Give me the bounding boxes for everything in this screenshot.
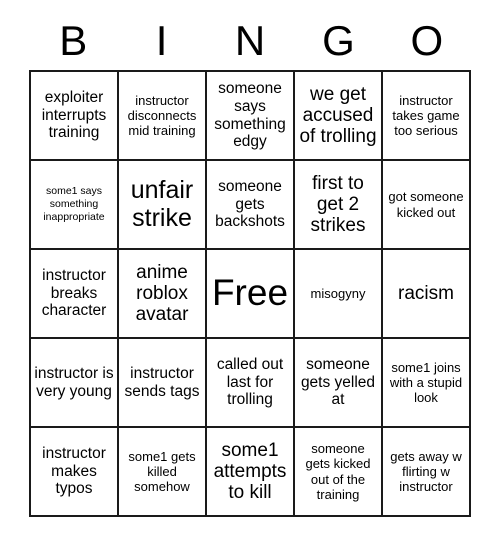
bingo-cell[interactable]: gets away w flirting w instructor: [383, 428, 471, 517]
bingo-cell[interactable]: instructor disconnects mid training: [119, 72, 207, 161]
bingo-row: instructor breaks character anime roblox…: [31, 250, 471, 339]
bingo-cell[interactable]: some1 attempts to kill: [207, 428, 295, 517]
bingo-cell[interactable]: instructor sends tags: [119, 339, 207, 428]
bingo-cell-label: someone gets yelled at: [300, 355, 376, 409]
bingo-cell-label: some1 joins with a stupid look: [389, 359, 463, 406]
bingo-cell[interactable]: instructor makes typos: [31, 428, 119, 517]
bingo-cell-label: gets away w flirting w instructor: [390, 448, 462, 495]
bingo-row: some1 says something inappropriate unfai…: [31, 161, 471, 250]
bingo-row: instructor makes typos some1 gets killed…: [31, 428, 471, 517]
bingo-cell-label: instructor is very young: [34, 364, 114, 400]
bingo-cell-label: someone says something edgy: [214, 79, 286, 151]
header-letter-i: I: [155, 17, 168, 64]
bingo-cell-label: misogyny: [310, 285, 366, 301]
bingo-cell[interactable]: some1 says something inappropriate: [31, 161, 119, 250]
bingo-cell-label: instructor makes typos: [42, 444, 106, 498]
bingo-cell-label: instructor breaks character: [41, 266, 107, 320]
header-letter-b: B: [59, 17, 88, 64]
bingo-cell[interactable]: called out last for trolling: [207, 339, 295, 428]
bingo-cell-label: exploiter interrupts training: [41, 88, 107, 142]
bingo-cell-label: some1 attempts to kill: [213, 439, 287, 504]
bingo-cell-label: some1 gets killed somehow: [128, 448, 196, 495]
bingo-cell[interactable]: someone gets backshots: [207, 161, 295, 250]
bingo-cell[interactable]: instructor takes game too serious: [383, 72, 471, 161]
bingo-cell-label: some1 says something inappropriate: [43, 184, 105, 224]
bingo-header: B I N G O: [29, 12, 471, 70]
bingo-cell[interactable]: someone gets yelled at: [295, 339, 383, 428]
bingo-cell-label: instructor takes game too serious: [392, 92, 460, 139]
bingo-cell-label: someone gets kicked out of the training: [305, 440, 371, 502]
bingo-cell-label: racism: [398, 282, 454, 304]
bingo-cell-label: first to get 2 strikes: [310, 172, 366, 237]
bingo-cell-label: instructor disconnects mid training: [127, 92, 197, 139]
bingo-cell[interactable]: some1 gets killed somehow: [119, 428, 207, 517]
header-letter-o: O: [410, 17, 444, 64]
bingo-cell-label: instructor sends tags: [124, 364, 200, 400]
bingo-cell-free-space[interactable]: Free: [207, 250, 295, 339]
bingo-row: exploiter interrupts training instructor…: [31, 72, 471, 161]
bingo-cell[interactable]: we get accused of trolling: [295, 72, 383, 161]
bingo-cell[interactable]: got someone kicked out: [383, 161, 471, 250]
bingo-cell[interactable]: racism: [383, 250, 471, 339]
bingo-cell-label: called out last for trolling: [216, 355, 284, 409]
bingo-cell-label: someone gets backshots: [215, 177, 285, 231]
bingo-cell[interactable]: someone says something edgy: [207, 72, 295, 161]
header-letter-g: G: [322, 17, 355, 64]
header-letter-n: N: [234, 17, 266, 64]
bingo-cell-label: got someone kicked out: [388, 189, 464, 220]
bingo-cell[interactable]: first to get 2 strikes: [295, 161, 383, 250]
bingo-cell-label: unfair strike: [130, 176, 194, 232]
bingo-cell[interactable]: instructor is very young: [31, 339, 119, 428]
bingo-cell[interactable]: misogyny: [295, 250, 383, 339]
bingo-cell-label: Free: [211, 272, 289, 314]
bingo-row: instructor is very young instructor send…: [31, 339, 471, 428]
bingo-card: B I N G O exploiter interrupts training …: [29, 12, 471, 517]
bingo-cell[interactable]: instructor breaks character: [31, 250, 119, 339]
bingo-cell[interactable]: anime roblox avatar: [119, 250, 207, 339]
bingo-cell-label: anime roblox avatar: [135, 261, 189, 326]
bingo-grid: exploiter interrupts training instructor…: [29, 70, 471, 517]
bingo-cell-label: we get accused of trolling: [299, 83, 377, 148]
bingo-cell[interactable]: someone gets kicked out of the training: [295, 428, 383, 517]
bingo-cell[interactable]: unfair strike: [119, 161, 207, 250]
bingo-cell[interactable]: exploiter interrupts training: [31, 72, 119, 161]
bingo-cell[interactable]: some1 joins with a stupid look: [383, 339, 471, 428]
